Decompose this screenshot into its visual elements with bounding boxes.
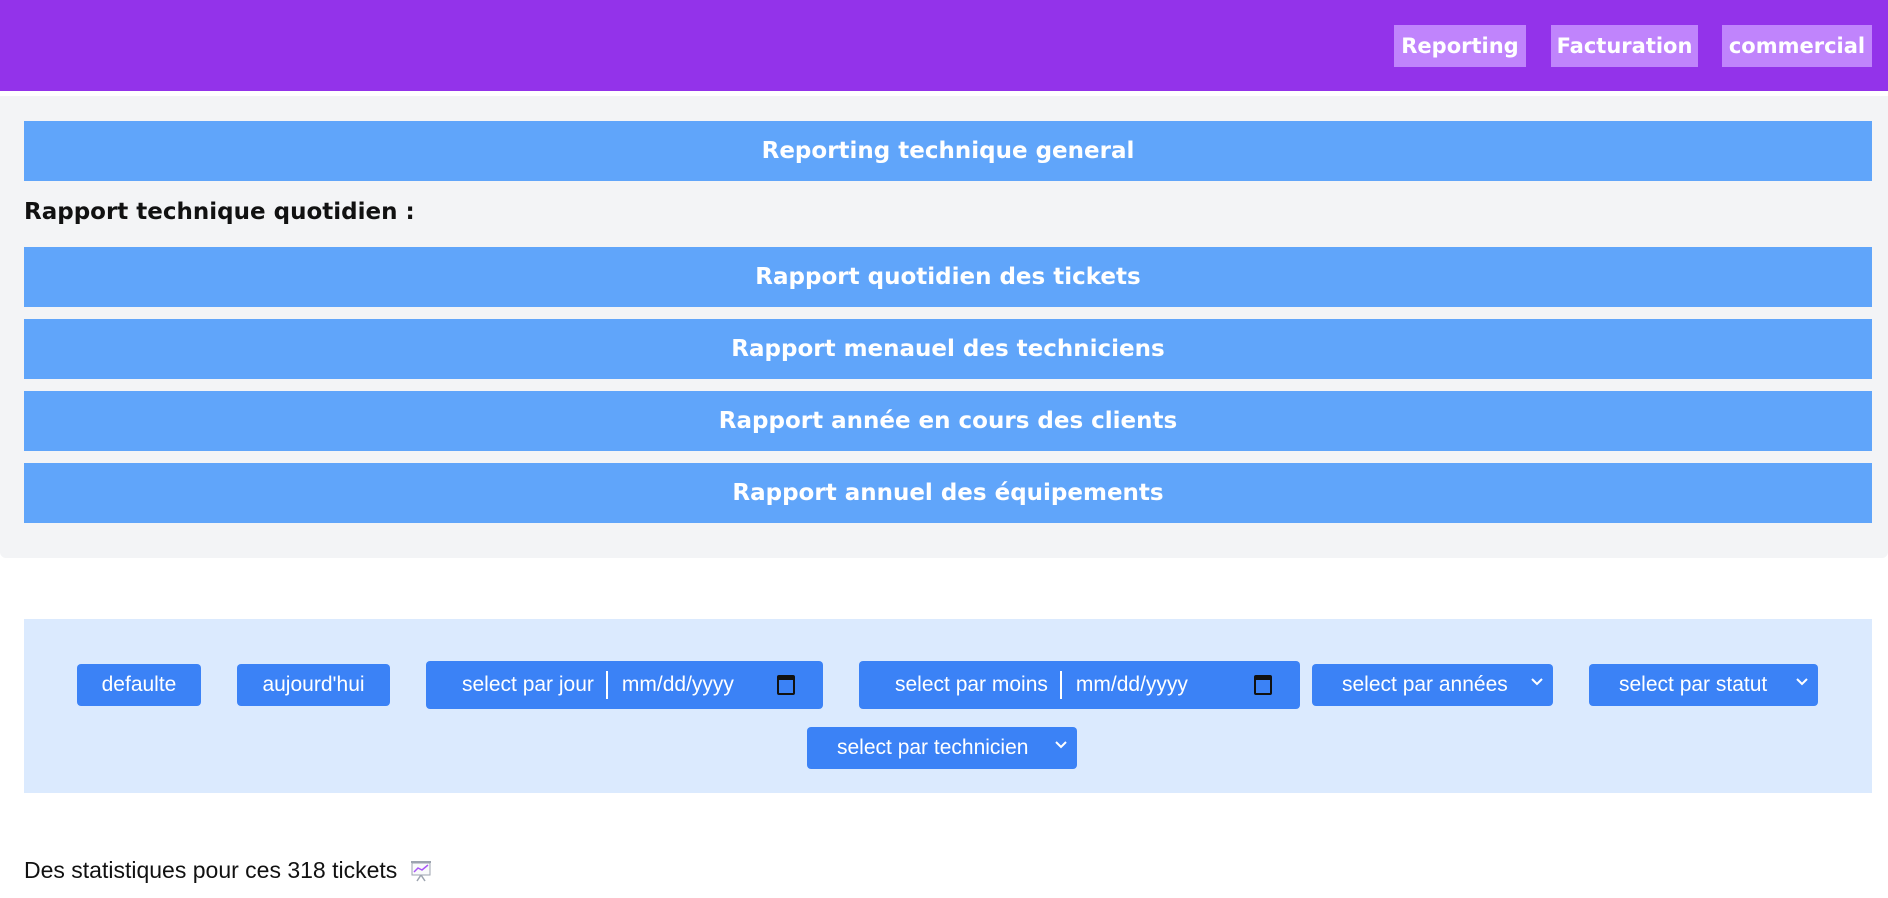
top-navbar: Reporting Facturation commercial — [0, 0, 1888, 91]
chevron-down-icon — [1531, 678, 1543, 686]
technician-select-label: select par technicien — [837, 736, 1029, 759]
clients-report-button[interactable]: Rapport année en cours des clients — [24, 391, 1872, 451]
calendar-icon[interactable] — [1254, 675, 1272, 695]
chevron-down-icon — [1055, 741, 1067, 749]
daily-report-heading: Rapport technique quotidien : — [24, 199, 415, 225]
month-filter-label: select par moins — [895, 673, 1048, 696]
technician-select[interactable]: select par technicien — [807, 727, 1077, 769]
day-date-input[interactable]: mm/dd/yyyy — [608, 673, 734, 697]
tickets-daily-report-button[interactable]: Rapport quotidien des tickets — [24, 247, 1872, 307]
day-filter-label: select par jour — [462, 673, 594, 696]
default-filter-button[interactable]: defaulte — [77, 664, 201, 706]
month-date-input[interactable]: mm/dd/yyyy — [1062, 673, 1188, 697]
status-select[interactable]: select par statut — [1589, 664, 1818, 706]
nav-reporting-button[interactable]: Reporting — [1394, 25, 1526, 67]
filter-panel: defaulte aujourd'hui select par jour mm/… — [24, 619, 1872, 793]
calendar-icon[interactable] — [777, 675, 795, 695]
general-report-button[interactable]: Reporting technique general — [24, 121, 1872, 181]
chevron-down-icon — [1796, 678, 1808, 686]
today-filter-button[interactable]: aujourd'hui — [237, 664, 390, 706]
equipment-report-button[interactable]: Rapport annuel des équipements — [24, 463, 1872, 523]
years-select[interactable]: select par années — [1312, 664, 1553, 706]
day-filter-group: select par jour mm/dd/yyyy — [426, 661, 823, 709]
stats-summary: Des statistiques pour ces 318 tickets — [24, 857, 433, 884]
chart-presentation-icon — [411, 860, 432, 881]
month-filter-group: select par moins mm/dd/yyyy — [859, 661, 1300, 709]
nav-commercial-button[interactable]: commercial — [1722, 25, 1872, 67]
stats-text: Des statistiques pour ces 318 tickets — [24, 857, 398, 883]
years-select-label: select par années — [1342, 673, 1508, 696]
status-select-label: select par statut — [1619, 673, 1768, 696]
technicians-report-button[interactable]: Rapport menauel des techniciens — [24, 319, 1872, 379]
nav-facturation-button[interactable]: Facturation — [1551, 25, 1698, 67]
